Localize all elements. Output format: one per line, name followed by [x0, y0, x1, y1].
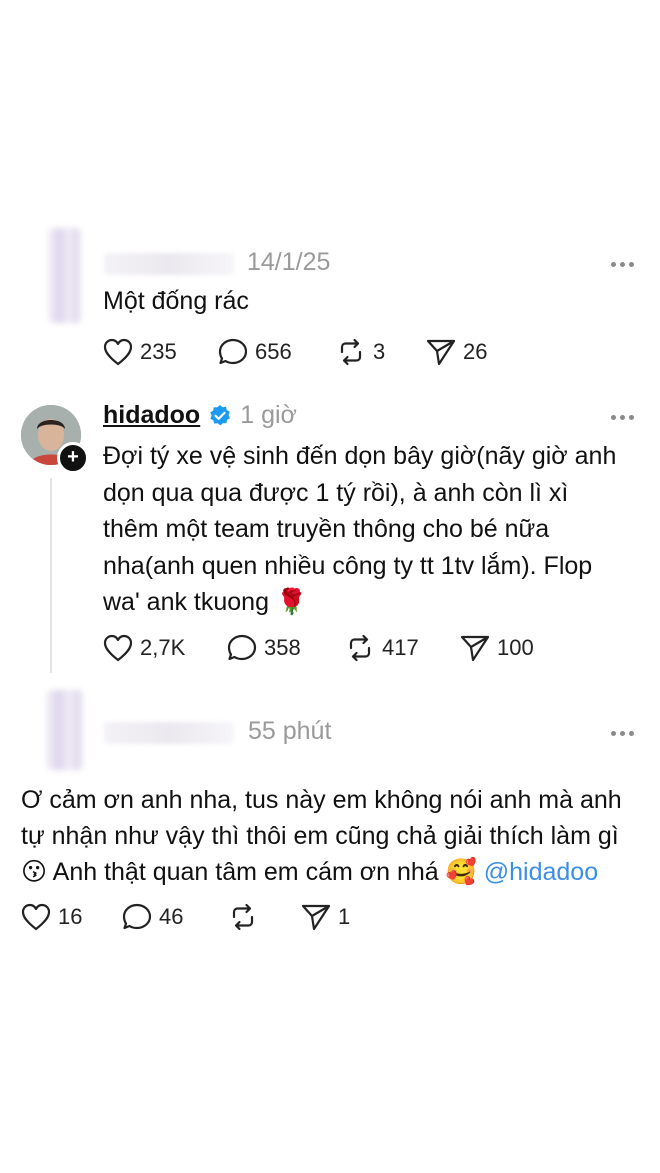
- comment-count: 656: [255, 339, 292, 364]
- comment-button[interactable]: 46: [122, 903, 228, 931]
- comment-date: 14/1/25: [247, 248, 331, 276]
- share-count: 26: [463, 339, 488, 364]
- reply-header: hidadoo 1 giờ: [103, 401, 297, 430]
- rose-emoji: 🌹: [275, 587, 308, 616]
- repost-icon: [340, 338, 362, 366]
- share-button[interactable]: 100: [460, 634, 534, 662]
- comment-text: Ơ cảm ơn anh nha, tus này em không nói a…: [21, 782, 622, 890]
- like-button[interactable]: 16: [21, 903, 122, 931]
- like-count: 2,7K: [140, 635, 186, 660]
- reply-line: nha(anh quen nhiều công ty tt 1tv lắm). …: [103, 551, 593, 580]
- reply-time: 1 giờ: [240, 401, 297, 429]
- repost-count: 3: [373, 339, 386, 364]
- send-icon: [460, 635, 490, 662]
- like-count: 16: [58, 904, 83, 929]
- username[interactable]: hidadoo: [103, 401, 200, 430]
- send-icon: [301, 904, 331, 931]
- repost-count: 417: [382, 635, 419, 660]
- share-button[interactable]: 26: [426, 338, 487, 366]
- like-button[interactable]: 2,7K: [103, 634, 227, 662]
- comment-line: Anh thật quan tâm em cám ơn nhá: [52, 858, 439, 886]
- comment-actions: 16 46 1: [21, 903, 350, 931]
- reply-line: thêm một team truyền thông cho bé nữa: [103, 515, 550, 543]
- follow-plus-icon[interactable]: +: [57, 442, 89, 474]
- reply-actions: 2,7K 358 417 100: [103, 634, 534, 662]
- blurred-username: [104, 253, 234, 275]
- comment-text: Một đống rác: [103, 287, 249, 315]
- comment-bubble-icon: [227, 634, 257, 661]
- more-options-icon[interactable]: [609, 725, 636, 742]
- reply-line: dọn qua qua được 1 tý rồi), à anh còn lì…: [103, 478, 569, 507]
- comment-line: tự nhận như vậy thì thôi em cũng chả giả…: [21, 822, 619, 850]
- kissing-face-emoji: 😗: [21, 857, 48, 886]
- comment-button[interactable]: 656: [218, 338, 336, 366]
- more-options-icon[interactable]: [609, 409, 636, 426]
- blurred-username: [104, 722, 234, 744]
- verified-badge-icon: [210, 404, 231, 425]
- repost-icon: [349, 634, 371, 662]
- comment-actions: 235 656 3 26: [103, 338, 487, 366]
- repost-icon: [232, 903, 254, 931]
- heart-icon: [103, 338, 133, 366]
- more-options-icon[interactable]: [609, 256, 636, 273]
- heart-icon: [103, 634, 133, 662]
- share-button[interactable]: 1: [301, 903, 350, 931]
- reply-line: Đợi tý xe vệ sinh đến dọn bây giờ(nãy gi…: [103, 442, 617, 470]
- comment-line-last: 😗 Anh thật quan tâm em cám ơn nhá 🥰 @hid…: [21, 854, 622, 890]
- comment-time: 55 phút: [248, 717, 332, 745]
- reply-line: wa' ank tkuong: [103, 588, 269, 616]
- comment-count: 358: [264, 635, 301, 660]
- repost-button[interactable]: [228, 903, 301, 931]
- reply-line-last: wa' ank tkuong 🌹: [103, 584, 616, 621]
- smiling-hearts-emoji: 🥰: [445, 857, 477, 886]
- like-button[interactable]: 235: [103, 338, 218, 366]
- reply-text: Đợi tý xe vệ sinh đến dọn bây giờ(nãy gi…: [103, 438, 616, 621]
- comment-button[interactable]: 358: [227, 634, 345, 662]
- comment-count: 46: [159, 904, 184, 929]
- send-icon: [426, 339, 456, 366]
- blurred-avatar: [48, 228, 82, 323]
- comment-bubble-icon: [218, 338, 248, 365]
- heart-icon: [21, 903, 51, 931]
- comment-line: Ơ cảm ơn anh nha, tus này em không nói a…: [21, 786, 622, 814]
- share-count: 1: [338, 904, 351, 929]
- mention-link[interactable]: @hidadoo: [484, 858, 598, 886]
- repost-button[interactable]: 3: [336, 338, 426, 366]
- repost-button[interactable]: 417: [345, 634, 460, 662]
- like-count: 235: [140, 339, 177, 364]
- share-count: 100: [497, 635, 534, 660]
- comment-bubble-icon: [122, 903, 152, 930]
- blurred-avatar: [46, 690, 84, 770]
- thread-line: [50, 478, 52, 673]
